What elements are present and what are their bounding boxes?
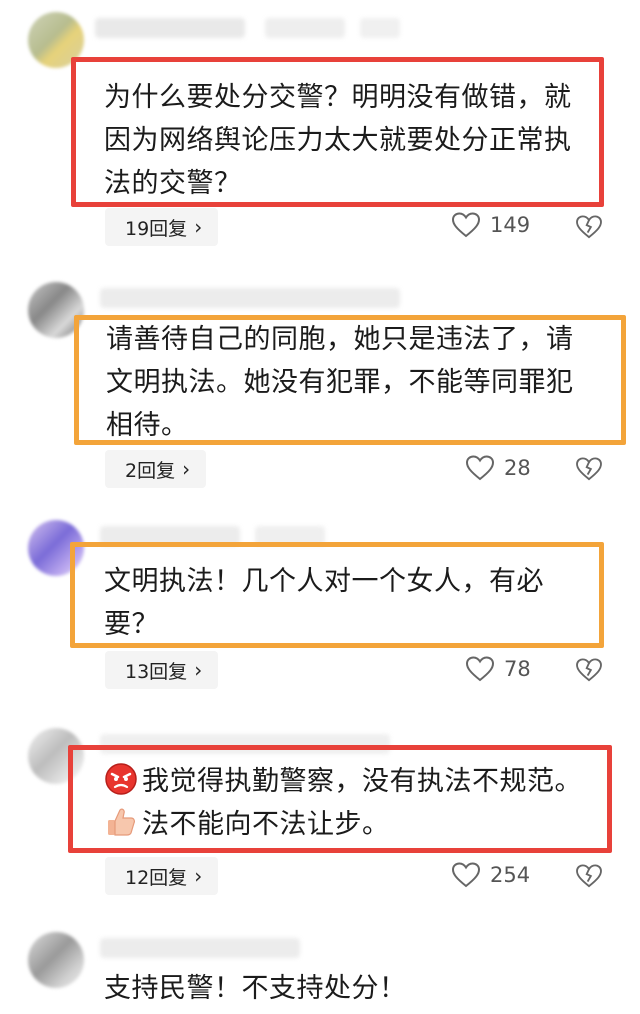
angry-face-icon [105,763,137,795]
chevron-right-icon: › [194,658,203,682]
username-redacted [360,18,400,38]
heart-outline-icon [466,656,494,682]
replies-button[interactable]: 19回复 › [105,208,219,246]
thumbs-up-icon [108,808,135,836]
like-button[interactable]: 254 [452,862,530,888]
comment-text: 请善待自己的同胞，她只是违法了，请 文明执法。她没有犯罪，不能等同罪犯 相待。 [106,324,574,441]
dislike-button[interactable] [576,864,602,892]
username-redacted [100,288,400,308]
like-count: 149 [490,213,531,237]
username-redacted [95,18,245,38]
broken-heart-icon [576,457,602,481]
heart-outline-icon [452,862,480,888]
username-redacted [265,18,345,38]
like-button[interactable]: 78 [466,656,531,682]
like-count: 28 [504,456,531,480]
like-button[interactable]: 149 [452,212,530,238]
like-button[interactable]: 28 [466,455,531,481]
avatar[interactable] [28,932,84,988]
replies-count: 13回复 [125,660,188,683]
replies-count: 19回复 [125,217,188,240]
replies-button[interactable]: 12回复 › [105,857,219,895]
replies-button[interactable]: 2回复 › [105,450,207,488]
broken-heart-icon [576,215,602,239]
like-count: 254 [490,863,531,887]
replies-button[interactable]: 13回复 › [105,651,219,689]
replies-count: 12回复 [125,866,188,889]
broken-heart-icon [576,864,602,888]
like-count: 78 [504,657,531,681]
comment-text: 文明执法！几个人对一个女人，有必 要？ [104,566,544,640]
comment-text: 为什么要处分交警？明明没有做错，就 因为网络舆论压力太大就要处分正常执 法的交警… [104,82,572,199]
broken-heart-icon [576,658,602,682]
replies-count: 2回复 [125,459,176,482]
dislike-button[interactable] [576,457,602,485]
username-redacted [100,938,300,958]
chevron-right-icon: › [182,457,191,481]
heart-outline-icon [452,212,480,238]
chevron-right-icon: › [194,864,203,888]
comment-text: 支持民警！不支持处分！ [104,973,407,1004]
dislike-button[interactable] [576,658,602,686]
heart-outline-icon [466,455,494,481]
chevron-right-icon: › [194,215,203,239]
dislike-button[interactable] [576,215,602,243]
comment-text: 我觉得执勤警察，没有执法不规范。 法不能向不法让步。 [104,760,582,846]
